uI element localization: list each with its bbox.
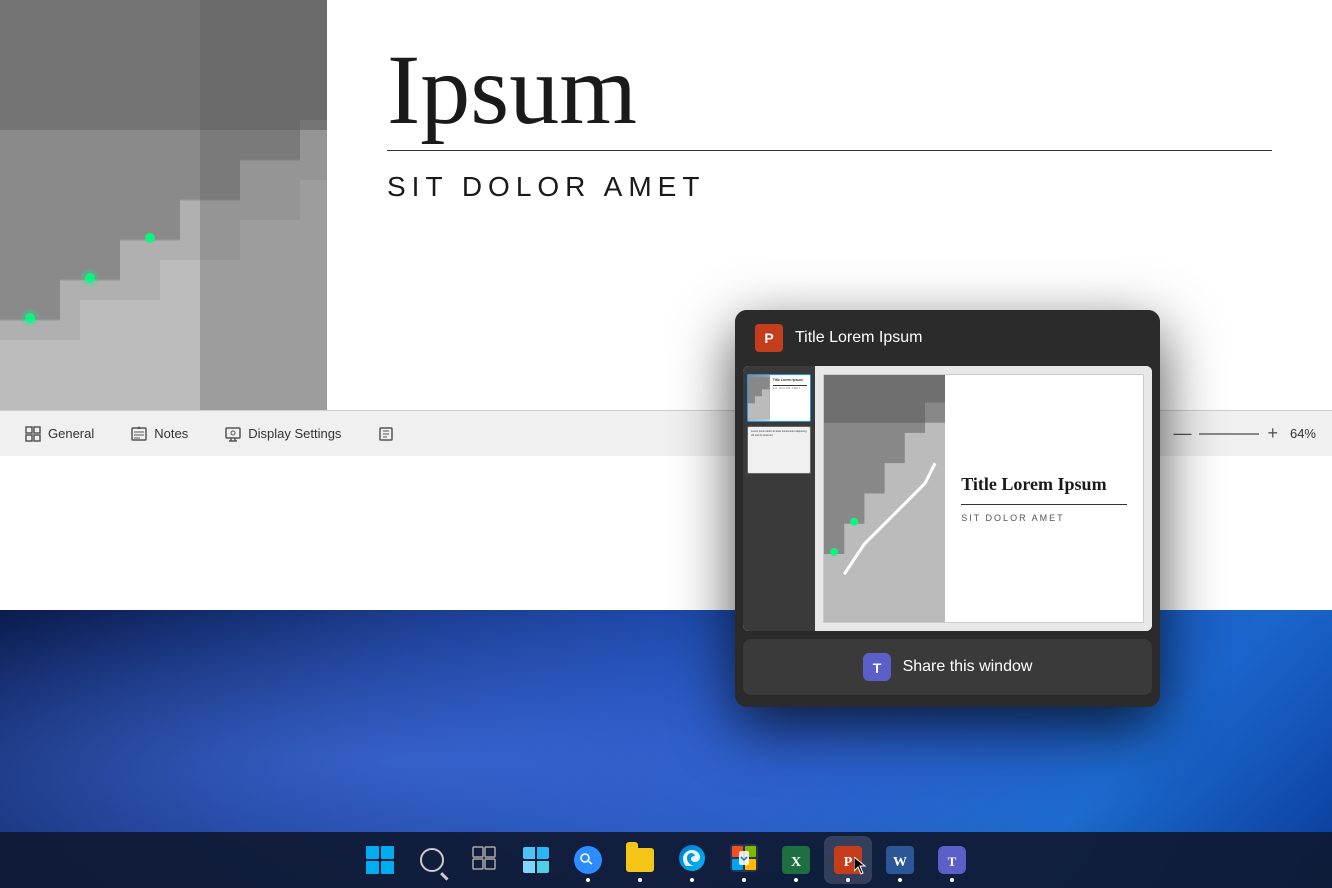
taskbar-dot <box>638 878 642 882</box>
taskview-icon <box>472 846 496 875</box>
widgets-icon <box>523 847 549 873</box>
share-label: Share this window <box>903 658 1033 676</box>
taskbar-edge-button[interactable] <box>668 836 716 884</box>
svg-text:T: T <box>872 660 881 676</box>
slide-image <box>0 0 327 410</box>
svg-text:T: T <box>948 854 957 869</box>
notes-icon <box>130 425 148 443</box>
slide-subtitle: SIT DOLOR AMET <box>387 171 1272 203</box>
status-right: — + 64% <box>1173 423 1316 444</box>
taskbar-excel-button[interactable]: X <box>772 836 820 884</box>
teams-icon: T <box>863 653 891 681</box>
preview-subtitle: SIT DOLOR AMET <box>961 513 1127 523</box>
taskbar-dot <box>742 878 746 882</box>
taskbar-zoom-button[interactable] <box>564 836 612 884</box>
taskbar-start-button[interactable] <box>356 836 404 884</box>
general-icon <box>24 425 42 443</box>
taskbar-dot <box>898 878 902 882</box>
taskbar-powerpoint-button[interactable]: P <box>824 836 872 884</box>
display-settings-button[interactable]: Display Settings <box>216 421 349 447</box>
zoom-plus[interactable]: + <box>1267 423 1278 444</box>
zoom-percent: 64% <box>1290 426 1316 441</box>
slide-main-title: Ipsum <box>387 40 1272 140</box>
search-icon <box>420 848 444 872</box>
svg-text:W: W <box>893 855 907 870</box>
display-settings-icon <box>224 425 242 443</box>
folder-icon <box>626 848 654 872</box>
svg-text:P: P <box>844 855 853 870</box>
reading-view-button[interactable] <box>369 421 403 447</box>
preview-main: Title Lorem Ipsum SIT DOLOR AMET <box>815 366 1152 631</box>
taskbar-dot <box>950 878 954 882</box>
taskbar-taskview-button[interactable] <box>460 836 508 884</box>
mini-slide-2[interactable]: Lorem ipsum dolor sit amet consectetur a… <box>747 426 811 474</box>
popup-title: Title Lorem Ipsum <box>795 329 922 347</box>
general-button[interactable]: General <box>16 421 102 447</box>
windows-icon <box>366 846 394 874</box>
taskbar-search-button[interactable] <box>408 836 456 884</box>
mini-slide-panel: Title Lorem Ipsum SIT DOLOR AMET Lorem i… <box>743 366 815 631</box>
taskbar-dot-active <box>846 878 850 882</box>
preview-title: Title Lorem Ipsum <box>961 474 1127 496</box>
share-window-button[interactable]: T Share this window <box>743 639 1152 695</box>
taskbar: X P W <box>0 832 1332 888</box>
notes-label: Notes <box>154 426 188 441</box>
reading-view-icon <box>377 425 395 443</box>
zoom-icon <box>574 846 602 874</box>
zoom-slider[interactable] <box>1199 433 1259 435</box>
popup-app-icon: P <box>755 324 783 352</box>
display-settings-label: Display Settings <box>248 426 341 441</box>
popup-window: P Title Lorem Ipsum Title Lorem Ipsum <box>735 310 1160 707</box>
taskbar-dot <box>794 878 798 882</box>
preview-slide-text: Title Lorem Ipsum SIT DOLOR AMET <box>945 375 1143 622</box>
taskbar-explorer-button[interactable] <box>616 836 664 884</box>
word-icon: W <box>886 846 914 874</box>
taskbar-dot <box>690 878 694 882</box>
slide-divider <box>387 150 1272 151</box>
cursor-overlay <box>854 857 868 880</box>
preview-slide: Title Lorem Ipsum SIT DOLOR AMET <box>823 374 1144 623</box>
preview-image <box>824 375 945 622</box>
excel-icon: X <box>782 846 810 874</box>
taskbar-store-button[interactable] <box>720 836 768 884</box>
mini-slide-1[interactable]: Title Lorem Ipsum SIT DOLOR AMET <box>747 374 811 422</box>
edge-icon <box>678 844 706 877</box>
zoom-minus[interactable]: — <box>1173 423 1191 444</box>
store-icon <box>730 844 758 877</box>
preview-divider <box>961 504 1127 505</box>
teams-taskbar-icon: T <box>938 846 966 874</box>
taskbar-dot <box>586 878 590 882</box>
taskbar-word-button[interactable]: W <box>876 836 924 884</box>
notes-button[interactable]: Notes <box>122 421 196 447</box>
taskbar-widgets-button[interactable] <box>512 836 560 884</box>
taskbar-teams-button[interactable]: T <box>928 836 976 884</box>
general-label: General <box>48 426 94 441</box>
popup-preview: Title Lorem Ipsum SIT DOLOR AMET Lorem i… <box>743 366 1152 631</box>
zoom-controls: — + 64% <box>1173 423 1316 444</box>
svg-text:X: X <box>791 855 801 870</box>
popup-header: P Title Lorem Ipsum <box>735 310 1160 366</box>
